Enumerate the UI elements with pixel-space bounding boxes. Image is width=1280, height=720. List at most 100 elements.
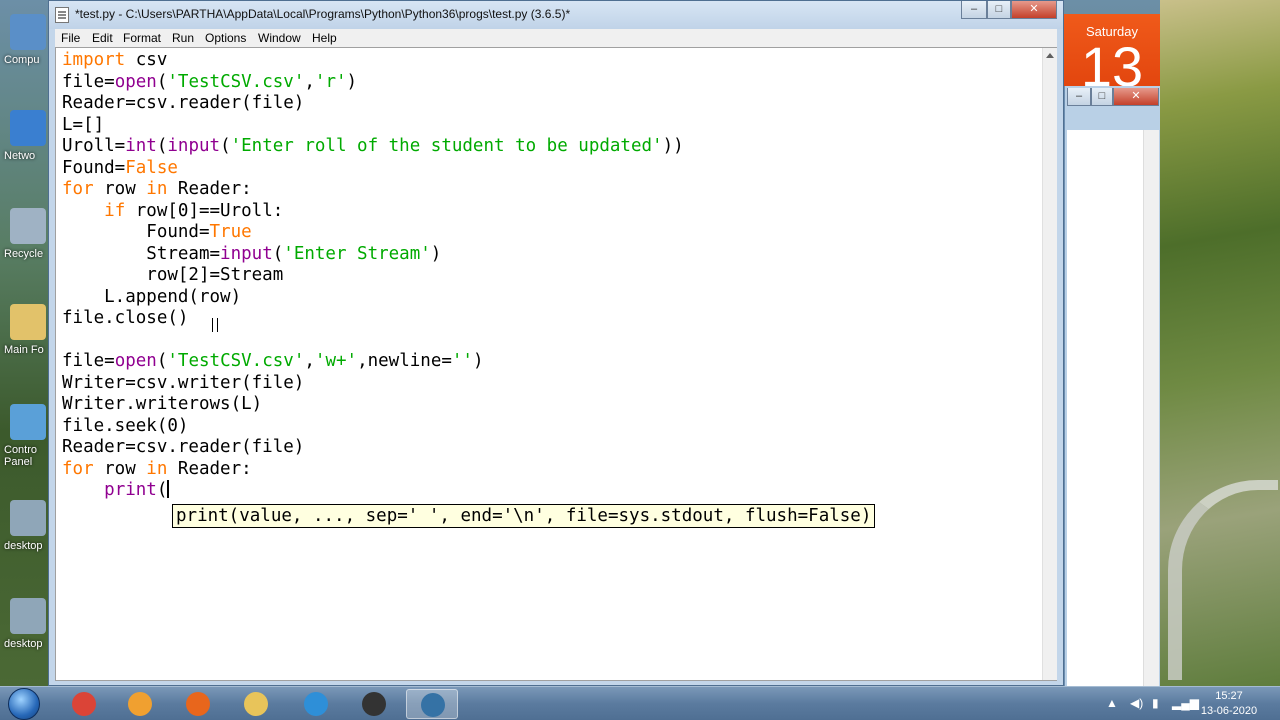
vertical-scrollbar[interactable] [1042,48,1057,680]
menu-options[interactable]: Options [205,31,246,45]
background-window[interactable]: – □ ✕ [1064,86,1160,690]
desktop-shortcut-icon [10,500,46,536]
code-token: row [93,458,147,479]
start-button[interactable] [4,687,44,720]
code-token: in [146,458,168,479]
bg-maximize-button[interactable]: □ [1091,88,1113,106]
code-token: ( [156,71,168,92]
code-token: L=[] [62,114,105,135]
recycle-bin-icon [10,208,46,244]
code-line[interactable]: print( [62,480,684,502]
code-token: csv [125,50,168,70]
code-token: if [104,200,126,221]
code-token: print [104,480,157,500]
clock-date: 13-06-2020 [1200,705,1258,717]
code-line[interactable]: file.seek(0) [62,416,684,438]
code-token: ( [156,480,168,500]
code-line[interactable]: L.append(row) [62,287,684,309]
desktop-icon[interactable]: desktop [4,500,50,574]
code-line[interactable]: for row in Reader: [62,459,684,481]
volume-icon[interactable]: ◀) [1130,696,1143,710]
code-token: 'Enter roll of the student to be updated… [230,136,663,156]
battery-icon[interactable]: ▮ [1152,696,1159,710]
bg-close-button[interactable]: ✕ [1113,88,1159,106]
code-line[interactable]: Reader=csv.reader(file) [62,93,684,115]
code-line[interactable]: row[2]=Stream [62,265,684,287]
code-text[interactable]: import csv file=open('TestCSV.csv','r') Re… [62,50,684,502]
code-token: L.append(row) [62,286,242,307]
desktop-icon-label: Main Fo [4,344,44,356]
desktop-icon[interactable]: Contro Panel [4,404,50,478]
menu-help[interactable]: Help [312,31,337,45]
desktop-icon[interactable]: Recycle [4,208,50,282]
desktop-icon[interactable]: Compu [4,14,50,88]
code-token: open [114,71,157,92]
code-line[interactable]: if row[0]==Uroll: [62,201,684,223]
folder-icon [244,692,268,716]
code-token: , [304,351,315,371]
menu-format[interactable]: Format [123,31,161,45]
desktop-icon[interactable]: Main Fo [4,304,50,378]
code-line[interactable]: import csv [62,50,684,72]
code-line[interactable] [62,330,684,352]
minimize-button[interactable]: – [961,1,987,19]
code-token: ( [272,243,284,264]
background-window-scrollbar[interactable] [1143,130,1159,690]
close-button[interactable]: ✕ [1011,1,1057,19]
code-line[interactable]: Found=True [62,222,684,244]
desktop-icon[interactable]: Netwo [4,110,50,184]
taskbar-app-python-idle[interactable] [406,689,458,719]
code-token: Found= [62,157,126,178]
code-line[interactable]: Uroll=int(input('Enter roll of the stude… [62,136,684,158]
taskbar-app-media-player-classic[interactable] [348,689,400,719]
code-token: Found= [62,222,210,242]
menu-run[interactable]: Run [172,31,194,45]
code-token: ,newline= [357,351,452,371]
code-token: 'TestCSV.csv' [167,71,305,92]
desktop-shortcut-icon [10,598,46,634]
code-line[interactable]: Reader=csv.reader(file) [62,437,684,459]
code-line[interactable]: Found=False [62,158,684,180]
taskbar-app-ie[interactable] [290,689,342,719]
taskbar-app-firefox[interactable] [172,689,224,719]
scroll-up-arrow-icon[interactable] [1046,53,1054,58]
code-token: for [62,458,94,479]
taskbar-app-explorer[interactable] [230,689,282,719]
document-icon [55,7,69,23]
code-line[interactable]: Writer=csv.writer(file) [62,373,684,395]
code-line[interactable]: file=open('TestCSV.csv','r') [62,72,684,94]
ibeam-cursor-icon [212,318,218,332]
menu-file[interactable]: File [61,31,80,45]
tray-expand-icon[interactable]: ▲ [1106,696,1118,710]
network-icon [10,110,46,146]
code-token: Reader=csv.reader(file) [62,93,305,113]
maximize-button[interactable]: □ [987,1,1011,19]
code-line[interactable]: L=[] [62,115,684,137]
code-line[interactable]: Writer.writerows(L) [62,394,684,416]
desktop-icon[interactable]: desktop [4,598,50,672]
desktop-icon-label: Recycle [4,248,44,260]
code-line[interactable]: for row in Reader: [62,179,684,201]
code-token: row [93,179,147,199]
code-token: '' [451,351,473,371]
code-line[interactable]: file.close() [62,308,684,330]
code-token: Writer.writerows(L) [62,394,263,414]
bg-minimize-button[interactable]: – [1067,88,1091,106]
taskbar-app-chrome[interactable] [58,689,110,719]
code-token: file.seek(0) [62,415,189,436]
code-line[interactable]: Stream=input('Enter Stream') [62,244,684,266]
menu-window[interactable]: Window [258,31,301,45]
menu-edit[interactable]: Edit [92,31,113,45]
code-token: file.close() [62,308,189,328]
clock[interactable]: 15:27 13-06-2020 [1194,689,1264,719]
code-token: Uroll= [62,136,126,156]
desktop-icon-label: Netwo [4,150,36,162]
code-editor[interactable]: import csv file=open('TestCSV.csv','r') Re… [55,47,1057,681]
control-panel-icon [10,404,46,440]
title-bar[interactable]: *test.py - C:\Users\PARTHA\AppData\Local… [49,1,1063,29]
code-token: Reader: [167,458,252,479]
code-line[interactable]: file=open('TestCSV.csv','w+',newline='') [62,351,684,373]
taskbar-app-media-player[interactable] [114,689,166,719]
code-token: True [209,222,252,242]
computer-icon [10,14,46,50]
